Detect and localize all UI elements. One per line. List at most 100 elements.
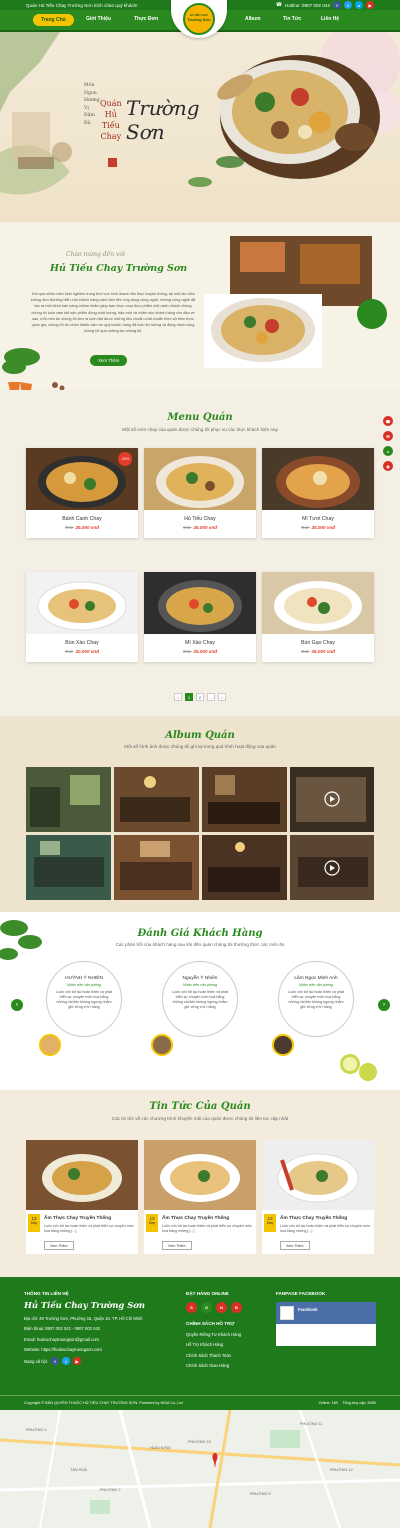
now-icon[interactable]: N <box>216 1302 227 1313</box>
news-more-button[interactable]: Xem Thêm <box>44 1241 74 1250</box>
facebook-widget[interactable]: Facebook <box>276 1302 376 1346</box>
reviews-next-arrow[interactable]: › <box>378 999 390 1011</box>
facebook-icon[interactable]: f <box>333 1 341 9</box>
policy-link[interactable]: Quyền Riêng Tư Khách Hàng <box>186 1332 266 1337</box>
map-label: PHƯỜNG 4 <box>26 1428 47 1432</box>
hero-title-line: Quán <box>100 99 122 108</box>
order-heading: ĐẶT HÀNG ONLINE <box>186 1291 229 1296</box>
intro-title: Hủ Tiếu Chay Trường Sơn <box>50 263 188 274</box>
menu-section: Menu Quán Một số món chay của quán được … <box>0 390 400 716</box>
menu-card[interactable]: -20% Bánh Canh Chay Giá: 25.000 vnđ <box>26 448 138 538</box>
logo-text: Trường Sơn <box>187 17 211 23</box>
page-1[interactable]: 1 <box>185 693 193 701</box>
twitter-icon[interactable]: t <box>344 1 352 9</box>
hero-banner: Món Ngon Hương Vị Đậm Đà Quán Hủ Tiếu Ch… <box>0 32 400 222</box>
youtube-icon[interactable]: ▶ <box>72 1357 81 1365</box>
dish-price: Giá: 25.000 vnđ <box>262 525 374 530</box>
menu-card[interactable]: Mì Tươi Chay Giá: 25.000 vnđ <box>262 448 374 538</box>
map-label: TÂN HOÀ <box>70 1468 87 1472</box>
news-headline[interactable]: Ẩm Thực Chay Truyền Thống <box>280 1216 347 1221</box>
price: 25.000 vnđ <box>311 525 335 530</box>
dish-image <box>144 572 256 634</box>
news-headline[interactable]: Ẩm Thực Chay Truyền Thống <box>162 1216 229 1221</box>
hero-line: Đậm <box>84 113 95 119</box>
policy-link[interactable]: Chính Sách Giao Hàng <box>186 1363 266 1368</box>
dish-name: Hủ Tiếu Chay <box>184 516 216 522</box>
news-excerpt: Luôn vốn tốt lạc hoàn thiện và phát triể… <box>44 1224 134 1233</box>
nav-about[interactable]: Giới Thiệu <box>86 16 111 22</box>
map-label: PHƯỜNG 12 <box>330 1468 353 1472</box>
menu-subtitle: Một số món chay của quán được chúng tôi … <box>122 427 278 432</box>
shopee-icon[interactable]: S <box>186 1302 197 1313</box>
page-2[interactable]: 2 <box>196 693 204 701</box>
news-card[interactable]: 13 May Ẩm Thực Chay Truyền Thống Luôn vốn… <box>262 1140 374 1254</box>
footer: THÔNG TIN LIÊN HỆ Hủ Tiếu Chay Trường Sơ… <box>0 1277 400 1410</box>
news-more-button[interactable]: Xem Thêm <box>280 1241 310 1250</box>
news-card[interactable]: 13 May Ẩm Thực Chay Truyền Thống Luôn vốn… <box>26 1140 138 1254</box>
news-more-button[interactable]: Xem Thêm <box>162 1241 192 1250</box>
album-grid[interactable] <box>0 767 400 917</box>
phone-float-icon[interactable]: ☎ <box>383 416 393 426</box>
nav-news[interactable]: Tin Tức <box>283 16 301 22</box>
review-card: Nguyễn Ý Nhiên Nhân viên văn phòng Luôn … <box>162 961 238 1037</box>
grab-icon[interactable]: G <box>201 1302 212 1313</box>
youtube-icon[interactable]: ▶ <box>366 1 374 9</box>
news-image <box>26 1140 138 1210</box>
nav-contact[interactable]: Liên Hệ <box>321 16 339 22</box>
menu-card[interactable]: Bún Xào Chay Giá: 20.000 vnđ <box>26 572 138 662</box>
twitter-icon[interactable]: t <box>61 1357 70 1365</box>
zalo-float-icon[interactable]: z <box>383 446 393 456</box>
policy-link[interactable]: Hỗ Trợ Khách Hàng <box>186 1342 266 1347</box>
policy-link[interactable]: Chính Sách Thanh Toán <box>186 1353 266 1358</box>
order-icons: S G N B <box>186 1302 266 1313</box>
news-card[interactable]: 13 May Ẩm Thực Chay Truyền Thống Luôn vốn… <box>144 1140 256 1254</box>
google-map[interactable]: PHƯỜNG 4 TÂN HOÀ PHƯỜNG 11 PHƯỜNG 15 PHƯ… <box>0 1410 400 1528</box>
pagination: ‹ 1 2 ... › <box>174 693 226 701</box>
footer-website[interactable]: Website: https://hutieuchaytruongson.com <box>24 1347 174 1352</box>
price: 25.000 vnđ <box>311 649 335 654</box>
messenger-float-icon[interactable]: ✉ <box>383 431 393 441</box>
menu-card[interactable]: Mì Xào Chay Giá: 25.000 vnđ <box>144 572 256 662</box>
price: 25.000 vnđ <box>75 525 99 530</box>
news-image <box>144 1140 256 1210</box>
nav-home[interactable]: Trang Chủ <box>33 13 74 26</box>
footer-bottom: Copyright © BẢN QUYỀN THUỘC HỦ TIẾU CHAY… <box>0 1395 400 1410</box>
baemin-icon[interactable]: B <box>231 1302 242 1313</box>
album-title: Album Quán <box>165 730 235 741</box>
skype-icon[interactable]: s <box>355 1 363 9</box>
reviewer-name: Lâm Ngọc Minh Anh <box>294 976 338 981</box>
reviews-prev-arrow[interactable]: ‹ <box>11 999 23 1011</box>
next-page[interactable]: › <box>218 693 226 701</box>
footer-order: ĐẶT HÀNG ONLINE S G N B CHÍNH SÁCH HỖ TR… <box>186 1291 266 1368</box>
policy-heading: CHÍNH SÁCH HỖ TRỢ <box>186 1321 235 1326</box>
hotline-text: Hotline: 0907 002 042 <box>285 2 330 8</box>
hero-calligraphy: Trường Sơn <box>126 96 200 144</box>
hero-line: Hương <box>84 98 100 104</box>
footer-contact: THÔNG TIN LIÊN HỆ Hủ Tiếu Chay Trường Sơ… <box>24 1291 174 1365</box>
prev-page[interactable]: ‹ <box>174 693 182 701</box>
nav-album[interactable]: Album <box>245 16 261 22</box>
news-subtitle: Các tin tức về các chương trình khuyến m… <box>111 1116 289 1121</box>
news-excerpt: Luôn vốn tốt lạc hoàn thiện và phát triể… <box>280 1224 370 1233</box>
avatar <box>272 1034 294 1056</box>
intro-more-button[interactable]: Xem Thêm <box>90 355 128 366</box>
menu-card[interactable]: Bún Gạo Chay Giá: 25.000 vnđ <box>262 572 374 662</box>
discount-badge: -20% <box>118 452 132 466</box>
hero-line: Ngon <box>84 90 97 96</box>
news-headline[interactable]: Ẩm Thực Chay Truyền Thống <box>44 1216 111 1221</box>
facebook-icon[interactable]: f <box>50 1357 59 1365</box>
footer-phone: Điện thoại: 0907 002 042 - 0907 002 042 <box>24 1326 101 1331</box>
news-month: May <box>266 1221 274 1225</box>
news-section: Tin Tức Của Quán Các tin tức về các chươ… <box>0 1090 400 1277</box>
map-float-icon[interactable]: ◉ <box>383 461 393 471</box>
menu-card[interactable]: Hủ Tiếu Chay Giá: 25.000 vnđ <box>144 448 256 538</box>
footer-brand: Hủ Tiếu Chay Trường Sơn <box>24 1300 145 1310</box>
news-image <box>262 1140 374 1210</box>
nav-menu[interactable]: Thực Đơn <box>134 16 158 22</box>
dish-price: Giá: 25.000 vnđ <box>262 649 374 654</box>
price: 25.000 vnđ <box>193 649 217 654</box>
dish-image <box>262 572 374 634</box>
footer-email[interactable]: Email: hutieuchaytruongson@gmail.com <box>24 1337 174 1342</box>
intro-body: Trải qua nhiều năm kinh nghiệm trong thờ… <box>30 292 196 334</box>
hero-line: Món <box>84 83 95 88</box>
